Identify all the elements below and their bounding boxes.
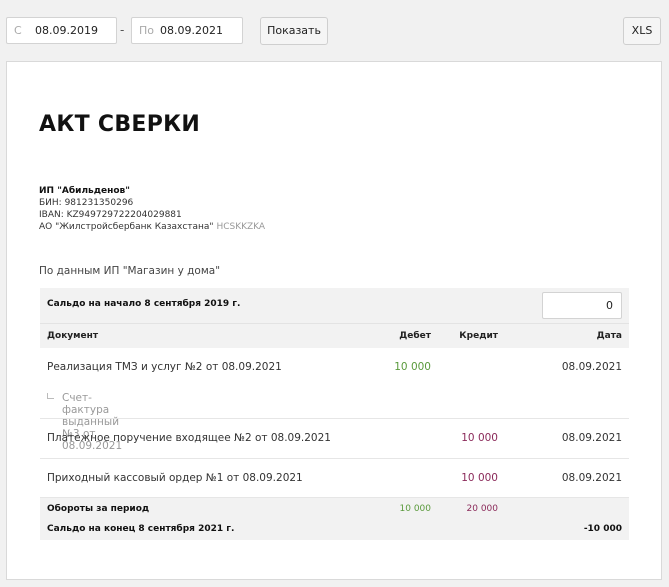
table-header: Документ Дебет Кредит Дата (40, 323, 629, 348)
table-row[interactable]: Реализация ТМЗ и услуг №2 от 08.09.2021 … (40, 348, 629, 452)
row-document[interactable]: Платежное поручение входящее №2 от 08.09… (47, 432, 331, 444)
table-row[interactable]: Приходный кассовый ордер №1 от 08.09.202… (40, 459, 629, 498)
opening-balance-row: Сальдо на начало 8 сентября 2019 г. 0 (40, 288, 629, 323)
header-document: Документ (47, 331, 99, 341)
tree-corner-icon (47, 393, 54, 399)
header-credit: Кредит (459, 331, 498, 341)
row-date: 08.09.2021 (561, 432, 622, 444)
date-to-prefix: По (139, 24, 155, 37)
company-info: ИП "Абильденов" БИН: 981231350296 IBAN: … (39, 185, 265, 233)
row-document[interactable]: Приходный кассовый ордер №1 от 08.09.202… (47, 472, 303, 484)
company-name: ИП "Абильденов" (39, 186, 130, 196)
company-bin: БИН: 981231350296 (39, 198, 134, 208)
closing-balance-row: Сальдо на конец 8 сентября 2021 г. -10 0… (40, 520, 629, 540)
opening-balance-input[interactable]: 0 (542, 292, 622, 319)
closing-balance-value: -10 000 (583, 524, 622, 534)
header-debit: Дебет (399, 331, 431, 341)
row-document[interactable]: Реализация ТМЗ и услуг №2 от 08.09.2021 (47, 361, 282, 373)
report-paper: АКТ СВЕРКИ ИП "Абильденов" БИН: 98123135… (6, 61, 662, 580)
source-text: По данным ИП "Магазин у дома" (39, 265, 221, 277)
row-date: 08.09.2021 (561, 472, 622, 484)
bank-code: HCSKKZKA (216, 222, 266, 232)
opening-balance-label: Сальдо на начало 8 сентября 2019 г. (47, 299, 241, 309)
row-credit: 10 000 (461, 472, 498, 484)
date-separator: - (120, 23, 125, 37)
turnover-debit: 10 000 (399, 504, 432, 514)
row-subdocument[interactable]: Счет-фактура выданный №3 от 08.09.2021 (47, 392, 122, 452)
header-date: Дата (596, 331, 622, 341)
xls-export-button[interactable]: XLS (623, 17, 661, 45)
turnover-label: Обороты за период (47, 504, 150, 514)
show-button[interactable]: Показать (260, 17, 328, 45)
closing-balance-label: Сальдо на конец 8 сентября 2021 г. (47, 524, 235, 534)
bank-name: АО "Жилстройсбербанк Казахстана" (39, 222, 214, 232)
turnover-credit: 20 000 (466, 504, 499, 514)
turnover-row: Обороты за период 10 000 20 000 (40, 498, 629, 520)
row-credit: 10 000 (461, 432, 498, 444)
company-iban: IBAN: KZ949729722204029881 (39, 210, 182, 220)
date-from-field[interactable]: С 08.09.2019 (6, 17, 117, 44)
date-from-prefix: С (14, 24, 22, 37)
table-row[interactable]: Платежное поручение входящее №2 от 08.09… (40, 419, 629, 459)
company-bank: АО "Жилстройсбербанк Казахстана" HCSKKZK… (39, 221, 265, 233)
report-title: АКТ СВЕРКИ (39, 112, 201, 137)
date-to-field[interactable]: По 08.09.2021 (131, 17, 243, 44)
row-debit: 10 000 (394, 361, 431, 373)
date-to-value: 08.09.2021 (160, 24, 223, 37)
date-from-value: 08.09.2019 (35, 24, 98, 37)
row-date: 08.09.2021 (561, 361, 622, 373)
